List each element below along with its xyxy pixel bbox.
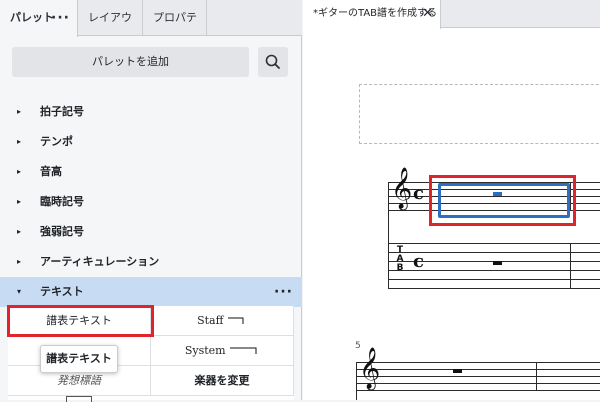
tab-line <box>388 243 600 244</box>
more-options-icon[interactable]: ··· <box>274 277 293 307</box>
category-tempo[interactable]: ▸ テンポ <box>0 127 302 157</box>
tooltip: 譜表テキスト <box>40 345 118 373</box>
document-tab[interactable]: *ギターのTAB譜を作成する ✕ <box>303 0 441 29</box>
chevron-right-icon: ▸ <box>17 197 22 206</box>
whole-rest-icon[interactable] <box>493 261 502 265</box>
tab-clef-icon: T A B <box>394 246 406 273</box>
category-label: 拍子記号 <box>40 105 84 118</box>
staff-line <box>356 383 600 384</box>
highlight-box-staff-text <box>7 305 154 337</box>
chevron-right-icon: ▸ <box>17 167 22 176</box>
panel-tabs: パレット ··· レイアウト プロパティ <box>0 0 302 60</box>
palette-cell-label: Staff <box>197 314 224 327</box>
search-icon <box>265 54 280 69</box>
document-tab-title: *ギターのTAB譜を作成する <box>313 8 438 19</box>
whole-rest-icon[interactable] <box>453 369 462 373</box>
system-bracket-line <box>356 362 357 400</box>
search-button[interactable] <box>258 47 288 77</box>
tab-layout[interactable]: レイアウト <box>78 0 143 60</box>
barline <box>570 243 571 289</box>
bracket-mark-icon <box>230 347 257 354</box>
palette-cell-label: 楽器を変更 <box>194 374 250 387</box>
category-label: 音高 <box>40 165 62 178</box>
bracket-mark-icon <box>227 317 244 324</box>
treble-clef-icon: 𝄞 <box>391 168 413 209</box>
score-canvas[interactable]: 𝄞 c T A B c 5 𝄞 <box>303 29 600 400</box>
category-text[interactable]: ▾ テキスト ··· <box>0 277 302 307</box>
palette-panel: パレット ··· レイアウト プロパティ パレットを追加 ▸ 拍子記号 ▸ テン… <box>0 0 302 402</box>
partial-item-frame <box>66 396 92 402</box>
staff-line <box>356 376 600 377</box>
palette-cell-system-text[interactable]: System <box>151 336 294 366</box>
close-icon[interactable]: ✕ <box>422 0 433 28</box>
tab-properties[interactable]: プロパティ <box>143 0 207 60</box>
category-time-signatures[interactable]: ▸ 拍子記号 <box>0 97 302 127</box>
category-label: 強弱記号 <box>40 225 84 238</box>
chevron-right-icon: ▸ <box>17 257 22 266</box>
tab-palettes-label: パレット <box>10 11 54 24</box>
title-frame-placeholder[interactable] <box>359 84 600 144</box>
system-bracket-line <box>388 182 389 289</box>
tab-line <box>388 279 600 280</box>
category-pitch[interactable]: ▸ 音高 <box>0 157 302 187</box>
barline <box>536 362 537 391</box>
staff-line <box>356 390 600 391</box>
staff-line <box>356 369 600 370</box>
add-palette-button[interactable]: パレットを追加 <box>12 47 249 77</box>
category-label: アーティキュレーション <box>40 255 160 268</box>
category-accidentals[interactable]: ▸ 臨時記号 <box>0 187 302 217</box>
tab-clef-letter: B <box>396 263 404 273</box>
tab-palettes[interactable]: パレット ··· <box>0 0 78 37</box>
palette-cell-label: 発想標語 <box>57 374 101 387</box>
treble-clef-icon: 𝄞 <box>359 348 381 389</box>
category-dynamics[interactable]: ▸ 強弱記号 <box>0 217 302 247</box>
common-time-icon: c <box>413 251 424 272</box>
staff-line <box>356 362 600 363</box>
category-label: テンポ <box>40 135 73 148</box>
common-time-icon: c <box>413 183 424 204</box>
category-label: テキスト <box>40 285 84 298</box>
palette-cell-staff-type-change[interactable]: Staff <box>151 306 294 336</box>
chevron-down-icon: ▾ <box>17 287 22 296</box>
highlight-box-measure <box>429 175 576 226</box>
chevron-right-icon: ▸ <box>17 137 22 146</box>
palette-menu-icon[interactable]: ··· <box>51 0 70 36</box>
tab-line <box>388 288 600 289</box>
category-articulations[interactable]: ▸ アーティキュレーション <box>0 247 302 277</box>
palette-cell-label: System <box>184 344 226 357</box>
chevron-right-icon: ▸ <box>17 227 22 236</box>
document-tabs: *ギターのTAB譜を作成する ✕ <box>303 0 600 29</box>
category-label: 臨時記号 <box>40 195 84 208</box>
chevron-right-icon: ▸ <box>17 107 22 116</box>
palette-cell-instrument-change[interactable]: 楽器を変更 <box>151 366 294 396</box>
